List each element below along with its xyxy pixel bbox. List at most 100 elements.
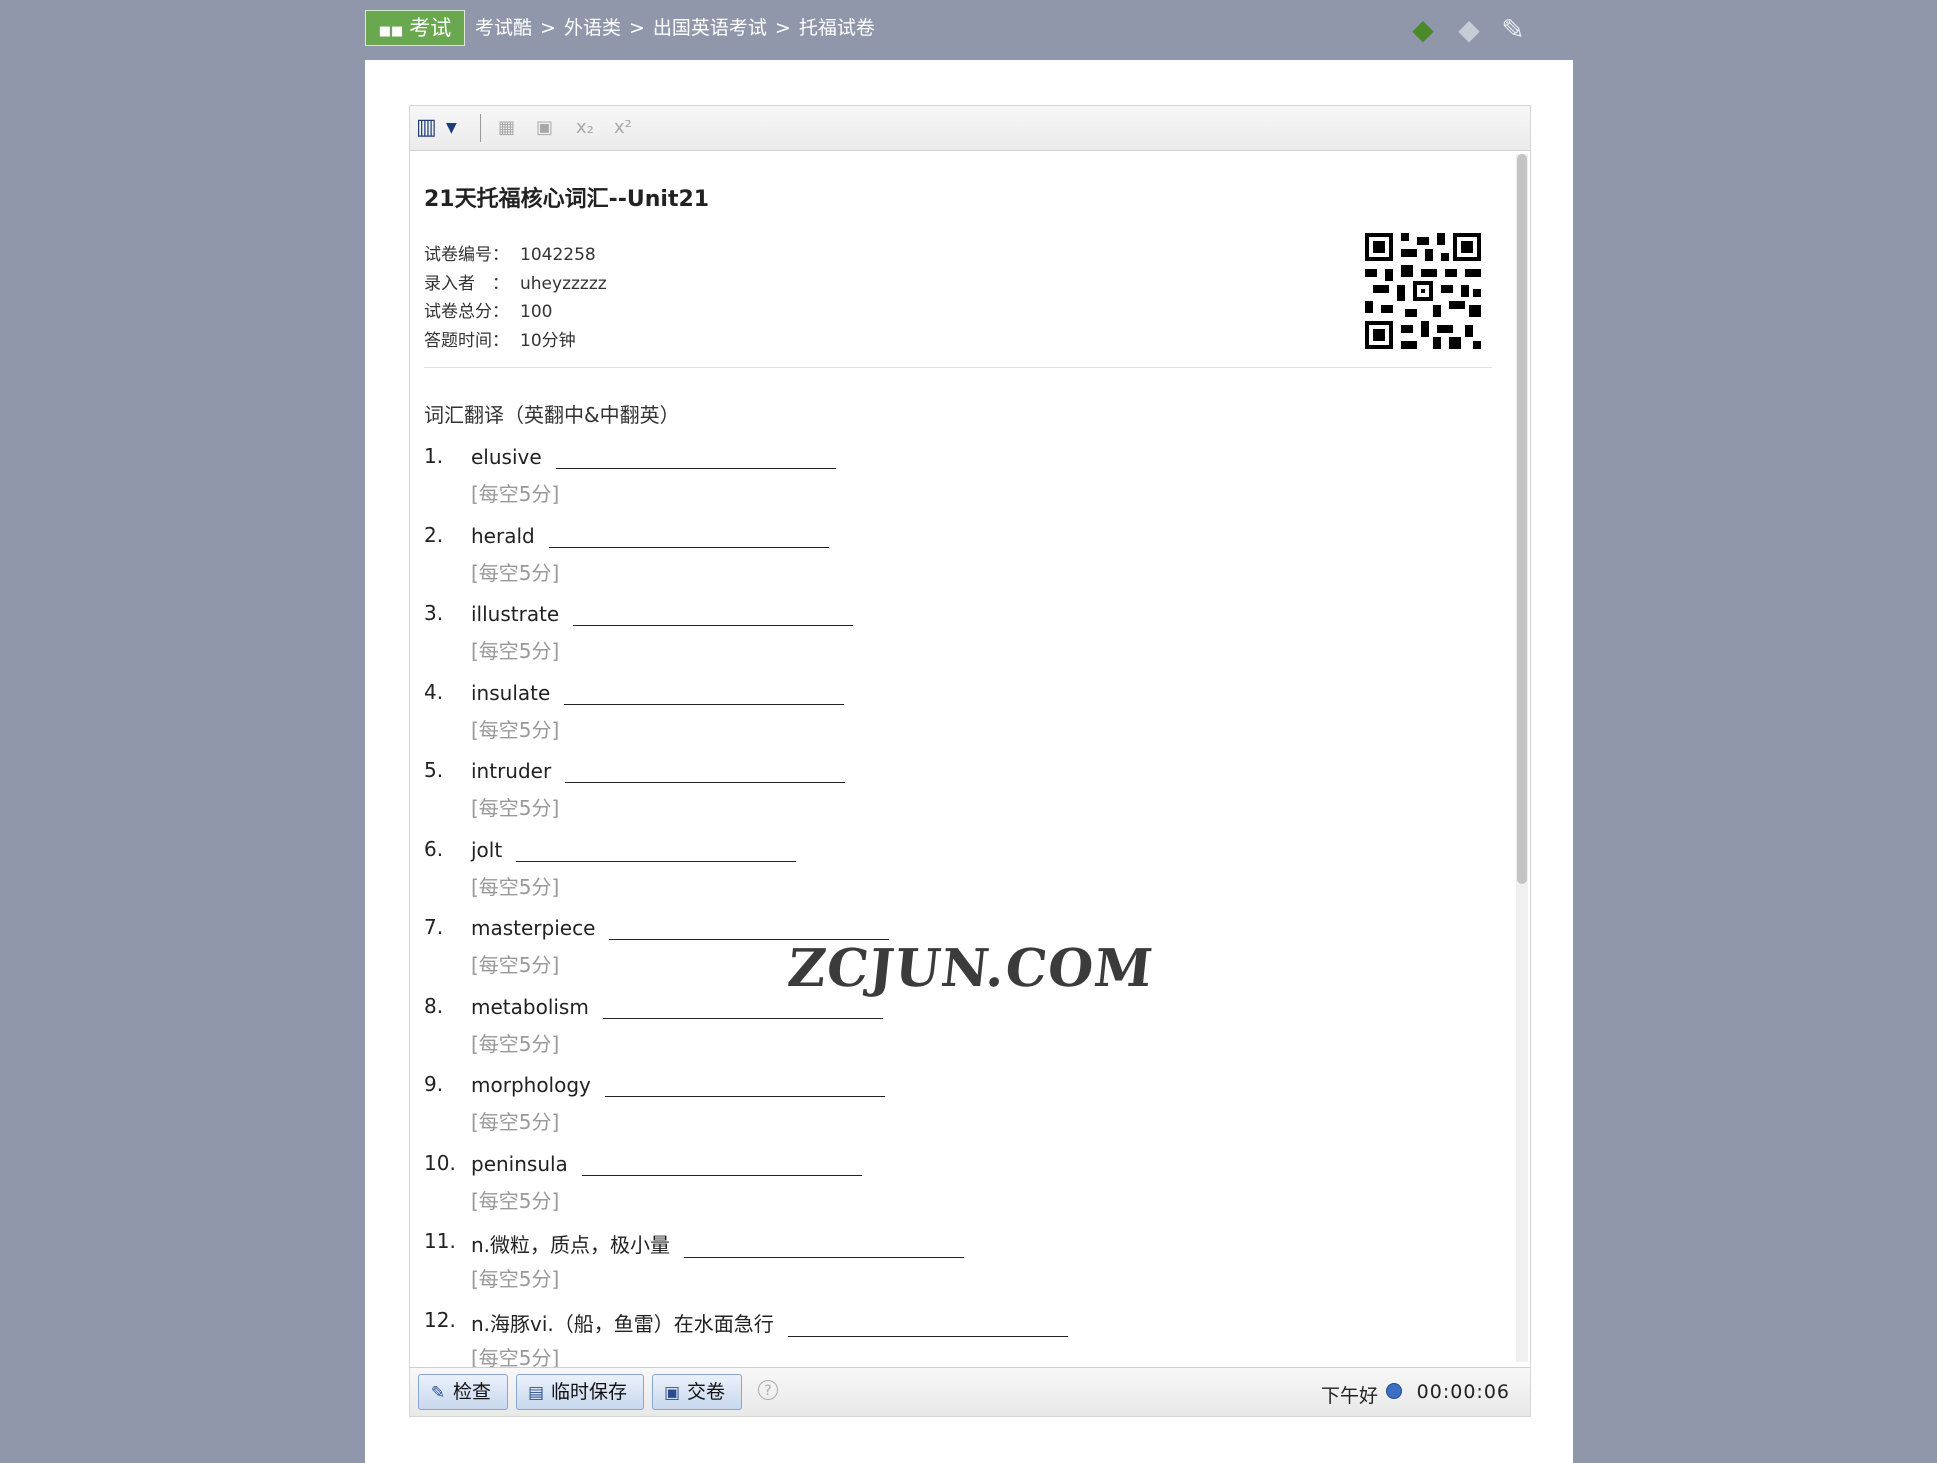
submit-icon: ▣ [663, 1383, 681, 1403]
exam-home-button[interactable]: ■■ 考试 [365, 10, 465, 46]
answer-blank[interactable] [564, 680, 845, 705]
table-icon[interactable]: ▦ [498, 115, 515, 141]
breadcrumb-separator: > [628, 17, 645, 39]
question-score: [每空5分] [471, 1188, 560, 1213]
scrollbar[interactable] [1516, 154, 1528, 1362]
question-number: 12. [424, 1307, 456, 1332]
question-prompt: intruder [471, 759, 552, 783]
paper-content: 21天托福核心词汇--Unit21 试卷编号： 1042258 录入者 ： uhey… [410, 151, 1510, 1367]
image-icon[interactable]: ▣ [536, 115, 553, 141]
breadcrumb-item[interactable]: 出国英语考试 [653, 17, 767, 39]
save-icon: ▤ [527, 1383, 545, 1403]
answer-blank[interactable] [684, 1233, 965, 1258]
question-text: peninsula [471, 1151, 862, 1176]
question-score: [每空5分] [471, 482, 560, 506]
question-score: [每空5分] [471, 1110, 560, 1134]
breadcrumb-item[interactable]: 外语类 [564, 17, 621, 39]
dropdown-arrow-icon[interactable]: ▼ [446, 115, 457, 141]
breadcrumb-item[interactable]: 考试酷 [475, 17, 532, 39]
answer-blank[interactable] [609, 915, 890, 940]
editor-toolbar: ▥ ▼ ▦ ▣ x₂ x² [410, 106, 1530, 151]
question-prompt: herald [471, 523, 535, 548]
answer-blank[interactable] [548, 523, 829, 548]
timer: 00:00:06 [1416, 1381, 1510, 1403]
question-text: masterpiece [471, 915, 890, 940]
paper-meta: 试卷编号： 1042258 录入者 ： uheyzzzzz 试卷总分： 100 答题时… [424, 241, 607, 355]
question-prompt: masterpiece [471, 916, 596, 940]
help-icon[interactable]: ? [758, 1380, 778, 1400]
greeting: 下午好 [1320, 1385, 1378, 1407]
question-score: [每空5分] [471, 874, 560, 899]
question-number: 11. [424, 1229, 456, 1253]
question-number: 10. [424, 1150, 456, 1175]
grid-icon: ■■ [378, 24, 404, 39]
clock-icon [1386, 1383, 1402, 1399]
question-score: [每空5分] [471, 1031, 560, 1056]
question-number: 6. [424, 836, 444, 861]
top-icon-group: ◆ ◆ ✎ [1385, 10, 1525, 50]
question-prompt: peninsula [471, 1151, 568, 1176]
question-number: 3. [424, 601, 444, 625]
subscript-icon[interactable]: x₂ [576, 115, 594, 141]
answer-blank[interactable] [516, 837, 797, 862]
meta-row: 试卷编号： 1042258 [424, 241, 607, 270]
meta-key: 试卷总分： [424, 302, 509, 322]
answer-blank[interactable] [555, 444, 836, 469]
certificate-icon[interactable]: ◆ [1451, 12, 1487, 48]
divider [424, 367, 1492, 368]
scrollbar-thumb[interactable] [1517, 154, 1527, 884]
meta-row: 录入者 ： uheyzzzzz [424, 270, 607, 299]
temp-save-button[interactable]: ▤ 临时保存 [516, 1374, 644, 1410]
question-prompt: n.海豚vi.（船，鱼雷）在水面急行 [471, 1311, 774, 1336]
question-score: [每空5分] [471, 796, 560, 820]
question-number: 7. [424, 915, 444, 939]
book-icon[interactable]: ◆ [1405, 12, 1441, 48]
breadcrumb: 考试酷 > 外语类 > 出国英语考试 > 托福试卷 [475, 14, 875, 42]
answer-blank[interactable] [565, 758, 846, 783]
question-text: jolt [471, 837, 797, 862]
breadcrumb-item[interactable]: 托福试卷 [799, 17, 875, 39]
question-score: [每空5分] [471, 1267, 560, 1291]
answer-blank[interactable] [787, 1312, 1068, 1337]
question-score: [每空5分] [471, 953, 560, 977]
meta-value: 10分钟 [520, 330, 576, 351]
top-bar: ■■ 考试 考试酷 > 外语类 > 出国英语考试 > 托福试卷 ◆ ◆ ✎ [365, 10, 1525, 50]
answer-blank[interactable] [581, 1151, 862, 1176]
breadcrumb-separator: > [540, 17, 556, 39]
question-prompt: elusive [471, 445, 542, 469]
question-score: [每空5分] [471, 639, 560, 663]
meta-key: 答题时间： [424, 330, 509, 351]
meta-row: 答题时间： 10分钟 [424, 327, 607, 356]
question-prompt: n.微粒，质点，极小量 [471, 1233, 671, 1257]
check-icon: ✎ [430, 1383, 446, 1403]
question-prompt: metabolism [471, 994, 589, 1019]
question-number: 9. [424, 1072, 444, 1096]
question-text: morphology [471, 1072, 885, 1097]
answer-blank[interactable] [573, 601, 854, 626]
toolbar-divider [480, 114, 481, 142]
exam-label: 考试 [409, 16, 452, 40]
submit-button[interactable]: ▣ 交卷 [652, 1374, 742, 1410]
meta-value: 100 [520, 302, 553, 322]
question-text: herald [471, 523, 829, 548]
library-icon[interactable]: ▥ [416, 115, 437, 141]
pen-icon[interactable]: ✎ [1495, 12, 1531, 48]
question-text: n.微粒，质点，极小量 [471, 1229, 965, 1258]
question-prompt: insulate [471, 680, 551, 705]
editor-panel: ▥ ▼ ▦ ▣ x₂ x² 21天托福核心词汇--Unit21 试卷编号： 104… [409, 105, 1531, 1417]
check-button[interactable]: ✎ 检查 [418, 1374, 508, 1410]
meta-value: 1042258 [520, 245, 596, 265]
question-text: intruder [471, 758, 846, 783]
section-title: 词汇翻译（英翻中&中翻英） [424, 403, 680, 427]
superscript-icon[interactable]: x² [614, 115, 632, 141]
exam-paper: ▥ ▼ ▦ ▣ x₂ x² 21天托福核心词汇--Unit21 试卷编号： 104… [365, 60, 1573, 1463]
meta-key: 试卷编号： [424, 245, 509, 265]
question-score: [每空5分] [471, 717, 560, 742]
meta-key: 录入者 ： [424, 273, 509, 294]
breadcrumb-separator: > [774, 17, 791, 39]
qr-code-icon [1365, 233, 1481, 349]
question-number: 8. [424, 993, 444, 1018]
question-score: [每空5分] [471, 1345, 560, 1368]
answer-blank[interactable] [604, 1072, 885, 1097]
question-number: 2. [424, 522, 444, 547]
